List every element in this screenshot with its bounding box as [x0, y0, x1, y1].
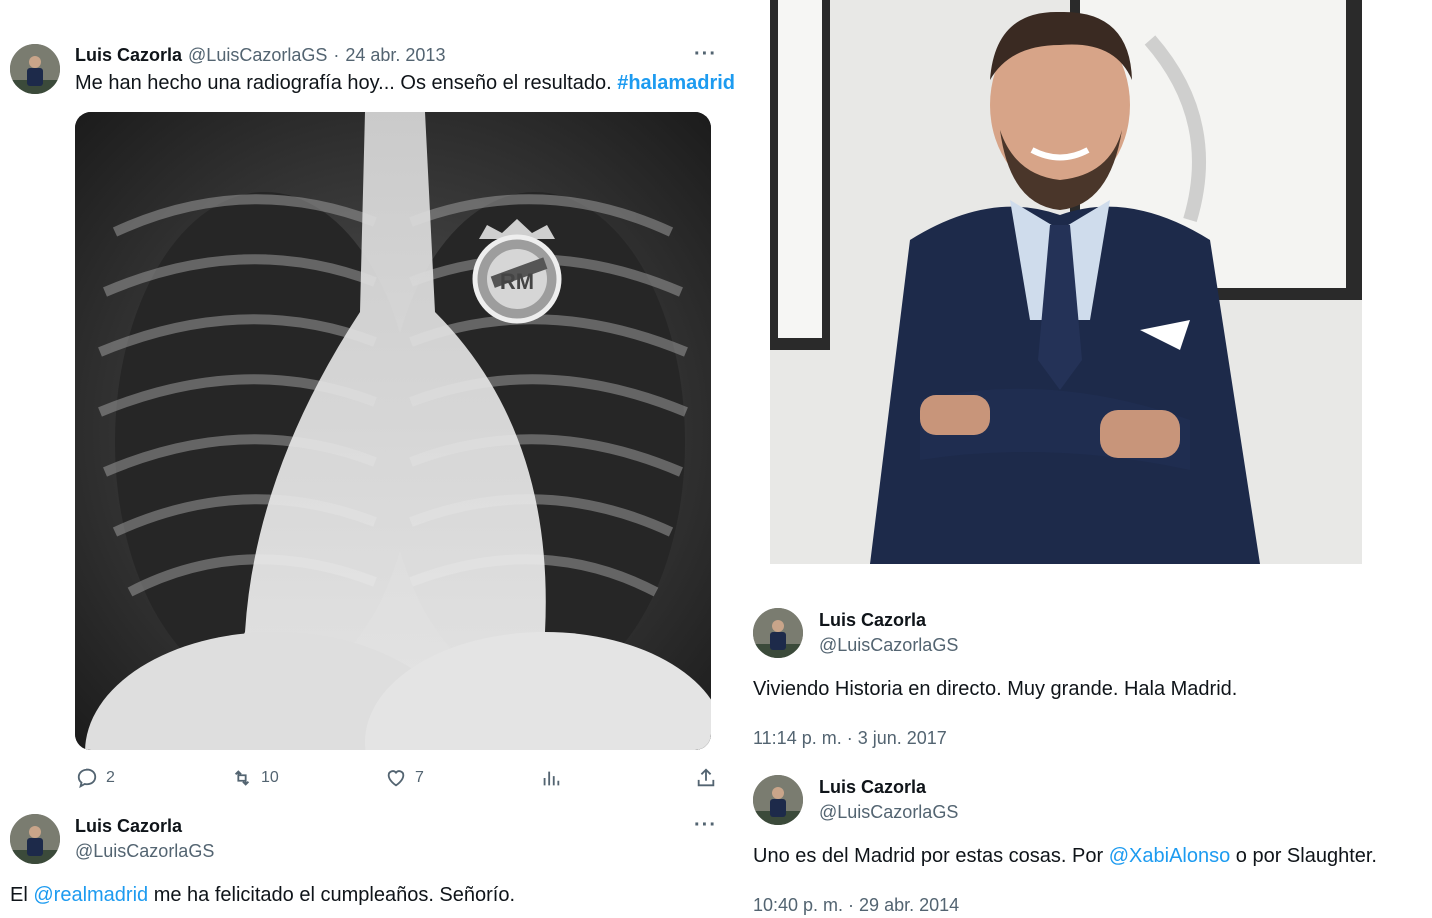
hashtag-link[interactable]: #halamadrid [617, 72, 735, 94]
reply-count: 2 [106, 769, 115, 786]
tweet-timestamp[interactable]: 10:40 p. m. · 29 abr. 2014 [753, 895, 959, 916]
user-name[interactable]: Luis Cazorla [819, 777, 926, 798]
tweet-text-end: me ha felicitado el cumpleaños. Señorío. [153, 884, 516, 906]
tweet-text-start: El [10, 884, 28, 906]
separator: · [333, 45, 340, 65]
tweet-text: Viviendo Historia en directo. Muy grande… [753, 678, 1238, 700]
retweet-icon [234, 770, 250, 786]
user-handle[interactable]: @LuisCazorlaGS [819, 635, 958, 656]
user-name[interactable]: Luis Cazorla [75, 816, 182, 837]
tweet-body: Me han hecho una radiografía hoy... Os e… [75, 72, 612, 94]
tweet-text-start: Uno es del Madrid por estas cosas. Por [753, 845, 1104, 867]
user-handle[interactable]: @LuisCazorlaGS [819, 802, 958, 823]
xray-image[interactable]: RM [75, 112, 711, 750]
mention-link[interactable]: @XabiAlonso [1109, 845, 1230, 867]
views-button[interactable] [540, 767, 562, 789]
share-button[interactable] [695, 767, 717, 789]
user-name[interactable]: Luis Cazorla [819, 610, 926, 631]
heart-icon [387, 770, 405, 787]
avatar[interactable] [10, 44, 60, 94]
user-handle[interactable]: @LuisCazorlaGS [188, 45, 327, 66]
retweet-button[interactable]: 10 [231, 767, 279, 789]
user-handle[interactable]: @LuisCazorlaGS [75, 841, 214, 862]
tweet-text: El @realmadrid me ha felicitado el cumpl… [10, 884, 515, 907]
reply-button[interactable]: 2 [76, 767, 115, 789]
mention-link[interactable]: @realmadrid [33, 884, 148, 906]
more-options-icon[interactable]: ··· [694, 43, 717, 66]
like-button[interactable]: 7 [385, 767, 424, 789]
avatar[interactable] [753, 775, 803, 825]
reply-icon [77, 768, 97, 789]
svg-text:RM: RM [500, 269, 534, 294]
tweet-text: Me han hecho una radiografía hoy... Os e… [75, 72, 735, 95]
avatar[interactable] [10, 814, 60, 864]
portrait-photo [770, 0, 1362, 564]
portrait-photo-icon [770, 0, 1362, 564]
analytics-icon [543, 771, 560, 786]
more-options-icon[interactable]: ··· [694, 814, 717, 837]
retweet-count: 10 [261, 769, 279, 786]
tweet-header: Luis Cazorla @LuisCazorlaGS · 24 abr. 20… [75, 45, 445, 66]
tweet-date[interactable]: 24 abr. 2013 [345, 45, 445, 66]
share-icon [697, 768, 715, 787]
xray-chest-icon: RM [75, 112, 711, 750]
tweet-text-end: o por Slaughter. [1235, 845, 1377, 867]
user-name[interactable]: Luis Cazorla [75, 45, 182, 66]
tweet-timestamp[interactable]: 11:14 p. m. · 3 jun. 2017 [753, 728, 947, 749]
like-count: 7 [415, 769, 424, 786]
tweet-text: Uno es del Madrid por estas cosas. Por @… [753, 845, 1377, 868]
avatar[interactable] [753, 608, 803, 658]
